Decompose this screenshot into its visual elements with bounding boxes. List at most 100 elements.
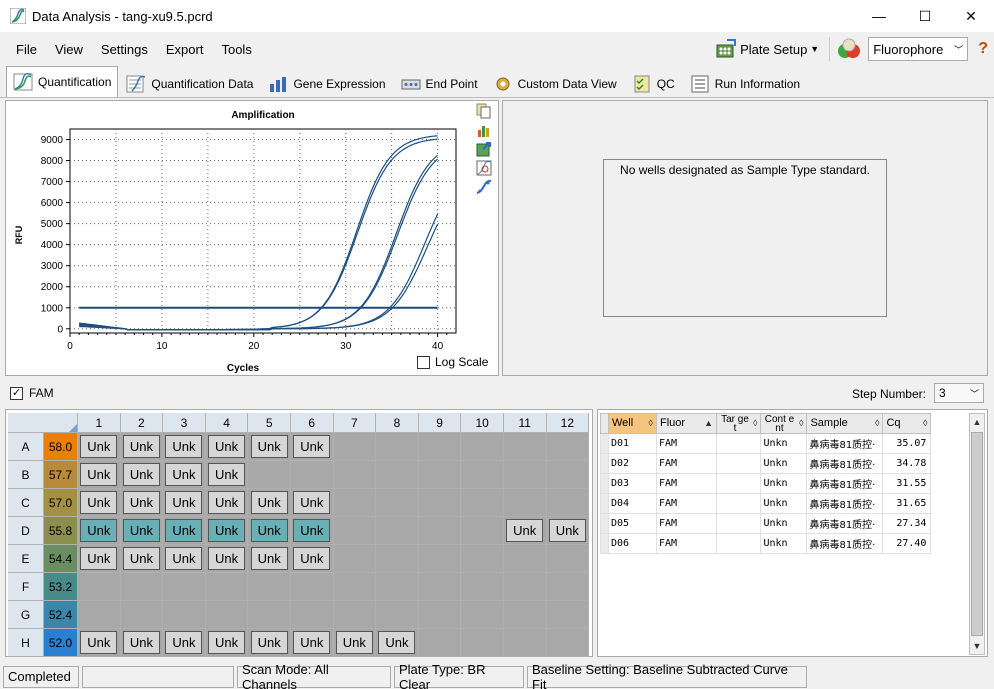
sort-icon[interactable]: ◊ <box>753 419 757 428</box>
plate-well[interactable] <box>333 601 377 629</box>
plate-row-header[interactable]: B <box>8 461 44 489</box>
plate-well[interactable] <box>163 573 206 601</box>
plate-well[interactable] <box>418 601 462 629</box>
well-sample-type[interactable]: Unk <box>250 491 288 514</box>
plate-well[interactable]: Unk <box>248 433 291 461</box>
plate-well[interactable] <box>546 629 590 657</box>
plate-column-header[interactable]: 10 <box>461 413 504 433</box>
plate-well[interactable] <box>78 573 121 601</box>
plate-well[interactable]: Unk <box>290 629 334 657</box>
menu-export[interactable]: Export <box>157 42 213 57</box>
plate-well[interactable] <box>376 489 419 517</box>
plate-well[interactable] <box>546 433 590 461</box>
plate-well[interactable] <box>461 545 504 573</box>
row-selector[interactable] <box>600 513 609 534</box>
row-selector[interactable] <box>600 493 609 514</box>
plate-row-header[interactable]: A <box>8 433 44 461</box>
plate-well[interactable] <box>546 461 590 489</box>
well-sample-type[interactable]: Unk <box>293 631 331 654</box>
well-sample-type[interactable]: Unk <box>80 547 118 570</box>
menu-tools[interactable]: Tools <box>212 42 260 57</box>
help-icon[interactable]: ? <box>978 40 988 58</box>
plate-well[interactable]: Unk <box>205 629 249 657</box>
plate-well[interactable]: Unk <box>205 489 249 517</box>
plate-well[interactable]: Unk <box>120 517 164 545</box>
plate-well[interactable] <box>418 629 462 657</box>
well-sample-type[interactable]: Unk <box>250 547 288 570</box>
well-sample-type[interactable]: Unk <box>208 463 246 486</box>
table-column-header[interactable]: Cont ent ◊ <box>760 413 808 434</box>
plate-well[interactable] <box>333 433 377 461</box>
plate-well[interactable] <box>503 601 547 629</box>
plate-well[interactable] <box>461 517 504 545</box>
plate-well[interactable]: Unk <box>248 629 291 657</box>
log-scale-toggle[interactable]: Log Scale <box>417 355 488 369</box>
tab-quantification[interactable]: Quantification <box>6 66 119 97</box>
scroll-down-icon[interactable]: ▼ <box>970 638 984 654</box>
well-sample-type[interactable]: Unk <box>293 519 331 542</box>
plate-well[interactable] <box>546 489 590 517</box>
table-row[interactable]: D02 FAM Unkn 鼻病毒81质控· 34.78 <box>600 453 932 474</box>
plate-well[interactable] <box>376 517 419 545</box>
plate-well[interactable] <box>248 573 291 601</box>
plate-row-header[interactable]: D <box>8 517 44 545</box>
well-sample-type[interactable]: Unk <box>122 463 160 486</box>
well-sample-type[interactable]: Unk <box>122 435 160 458</box>
well-sample-type[interactable]: Unk <box>165 519 203 542</box>
tab-quantification-data[interactable]: Quantification Data <box>119 69 260 97</box>
plate-well[interactable]: Unk <box>163 461 206 489</box>
zoom-chart-icon[interactable] <box>476 160 492 176</box>
plate-well[interactable]: Unk <box>78 545 121 573</box>
well-sample-type[interactable]: Unk <box>122 631 160 654</box>
sort-icon[interactable]: ◊ <box>923 419 927 428</box>
plate-well[interactable]: Unk <box>248 545 291 573</box>
tab-gene-expression[interactable]: Gene Expression <box>261 69 392 97</box>
row-selector[interactable] <box>600 453 609 474</box>
plate-well[interactable]: Unk <box>290 489 334 517</box>
well-sample-type[interactable]: Unk <box>208 491 246 514</box>
plate-well[interactable]: Unk <box>290 545 334 573</box>
scroll-up-icon[interactable]: ▲ <box>970 414 984 430</box>
table-column-header[interactable]: Well ◊ <box>608 413 657 434</box>
row-selector[interactable] <box>600 433 609 454</box>
well-sample-type[interactable]: Unk <box>208 519 246 542</box>
plate-well[interactable] <box>418 489 462 517</box>
plate-well[interactable] <box>461 573 504 601</box>
plate-well[interactable] <box>503 573 547 601</box>
plate-well[interactable] <box>546 545 590 573</box>
plate-well[interactable] <box>333 517 377 545</box>
plate-well[interactable] <box>546 573 590 601</box>
menu-settings[interactable]: Settings <box>92 42 157 57</box>
plate-well[interactable]: Unk <box>205 461 249 489</box>
table-row[interactable]: D04 FAM Unkn 鼻病毒81质控· 31.65 <box>600 493 932 514</box>
tab-custom-data-view[interactable]: Custom Data View <box>486 69 624 97</box>
plate-well[interactable] <box>461 601 504 629</box>
sort-icon[interactable]: ◊ <box>875 419 879 428</box>
log-scale-checkbox[interactable] <box>417 355 430 369</box>
well-sample-type[interactable]: Unk <box>80 491 118 514</box>
chart-options-icon[interactable] <box>476 122 492 138</box>
well-sample-type[interactable]: Unk <box>293 491 331 514</box>
plate-well[interactable] <box>333 461 377 489</box>
well-sample-type[interactable]: Unk <box>250 519 288 542</box>
plate-well[interactable]: Unk <box>205 545 249 573</box>
plate-well[interactable] <box>418 517 462 545</box>
traffic-light-icon[interactable] <box>836 38 862 60</box>
table-column-header[interactable]: Sample ◊ <box>806 413 884 434</box>
well-sample-type[interactable]: Unk <box>80 631 118 654</box>
well-sample-type[interactable]: Unk <box>122 491 160 514</box>
plate-column-header[interactable]: 5 <box>248 413 291 433</box>
step-number-select[interactable]: 3 ﹀ <box>934 383 984 403</box>
plate-setup-button[interactable]: Plate Setup ▼ <box>711 39 823 59</box>
table-column-header[interactable]: Cq ◊ <box>882 413 932 434</box>
well-sample-type[interactable]: Unk <box>165 547 203 570</box>
plate-well[interactable] <box>418 433 462 461</box>
plate-well[interactable] <box>333 489 377 517</box>
plate-well[interactable]: Unk <box>205 517 249 545</box>
plate-well[interactable] <box>333 545 377 573</box>
table-scrollbar[interactable]: ▲ ▼ <box>969 413 985 655</box>
plate-well[interactable] <box>418 461 462 489</box>
plate-well[interactable] <box>290 573 334 601</box>
well-sample-type[interactable]: Unk <box>122 547 160 570</box>
plate-row-header[interactable]: F <box>8 573 44 601</box>
